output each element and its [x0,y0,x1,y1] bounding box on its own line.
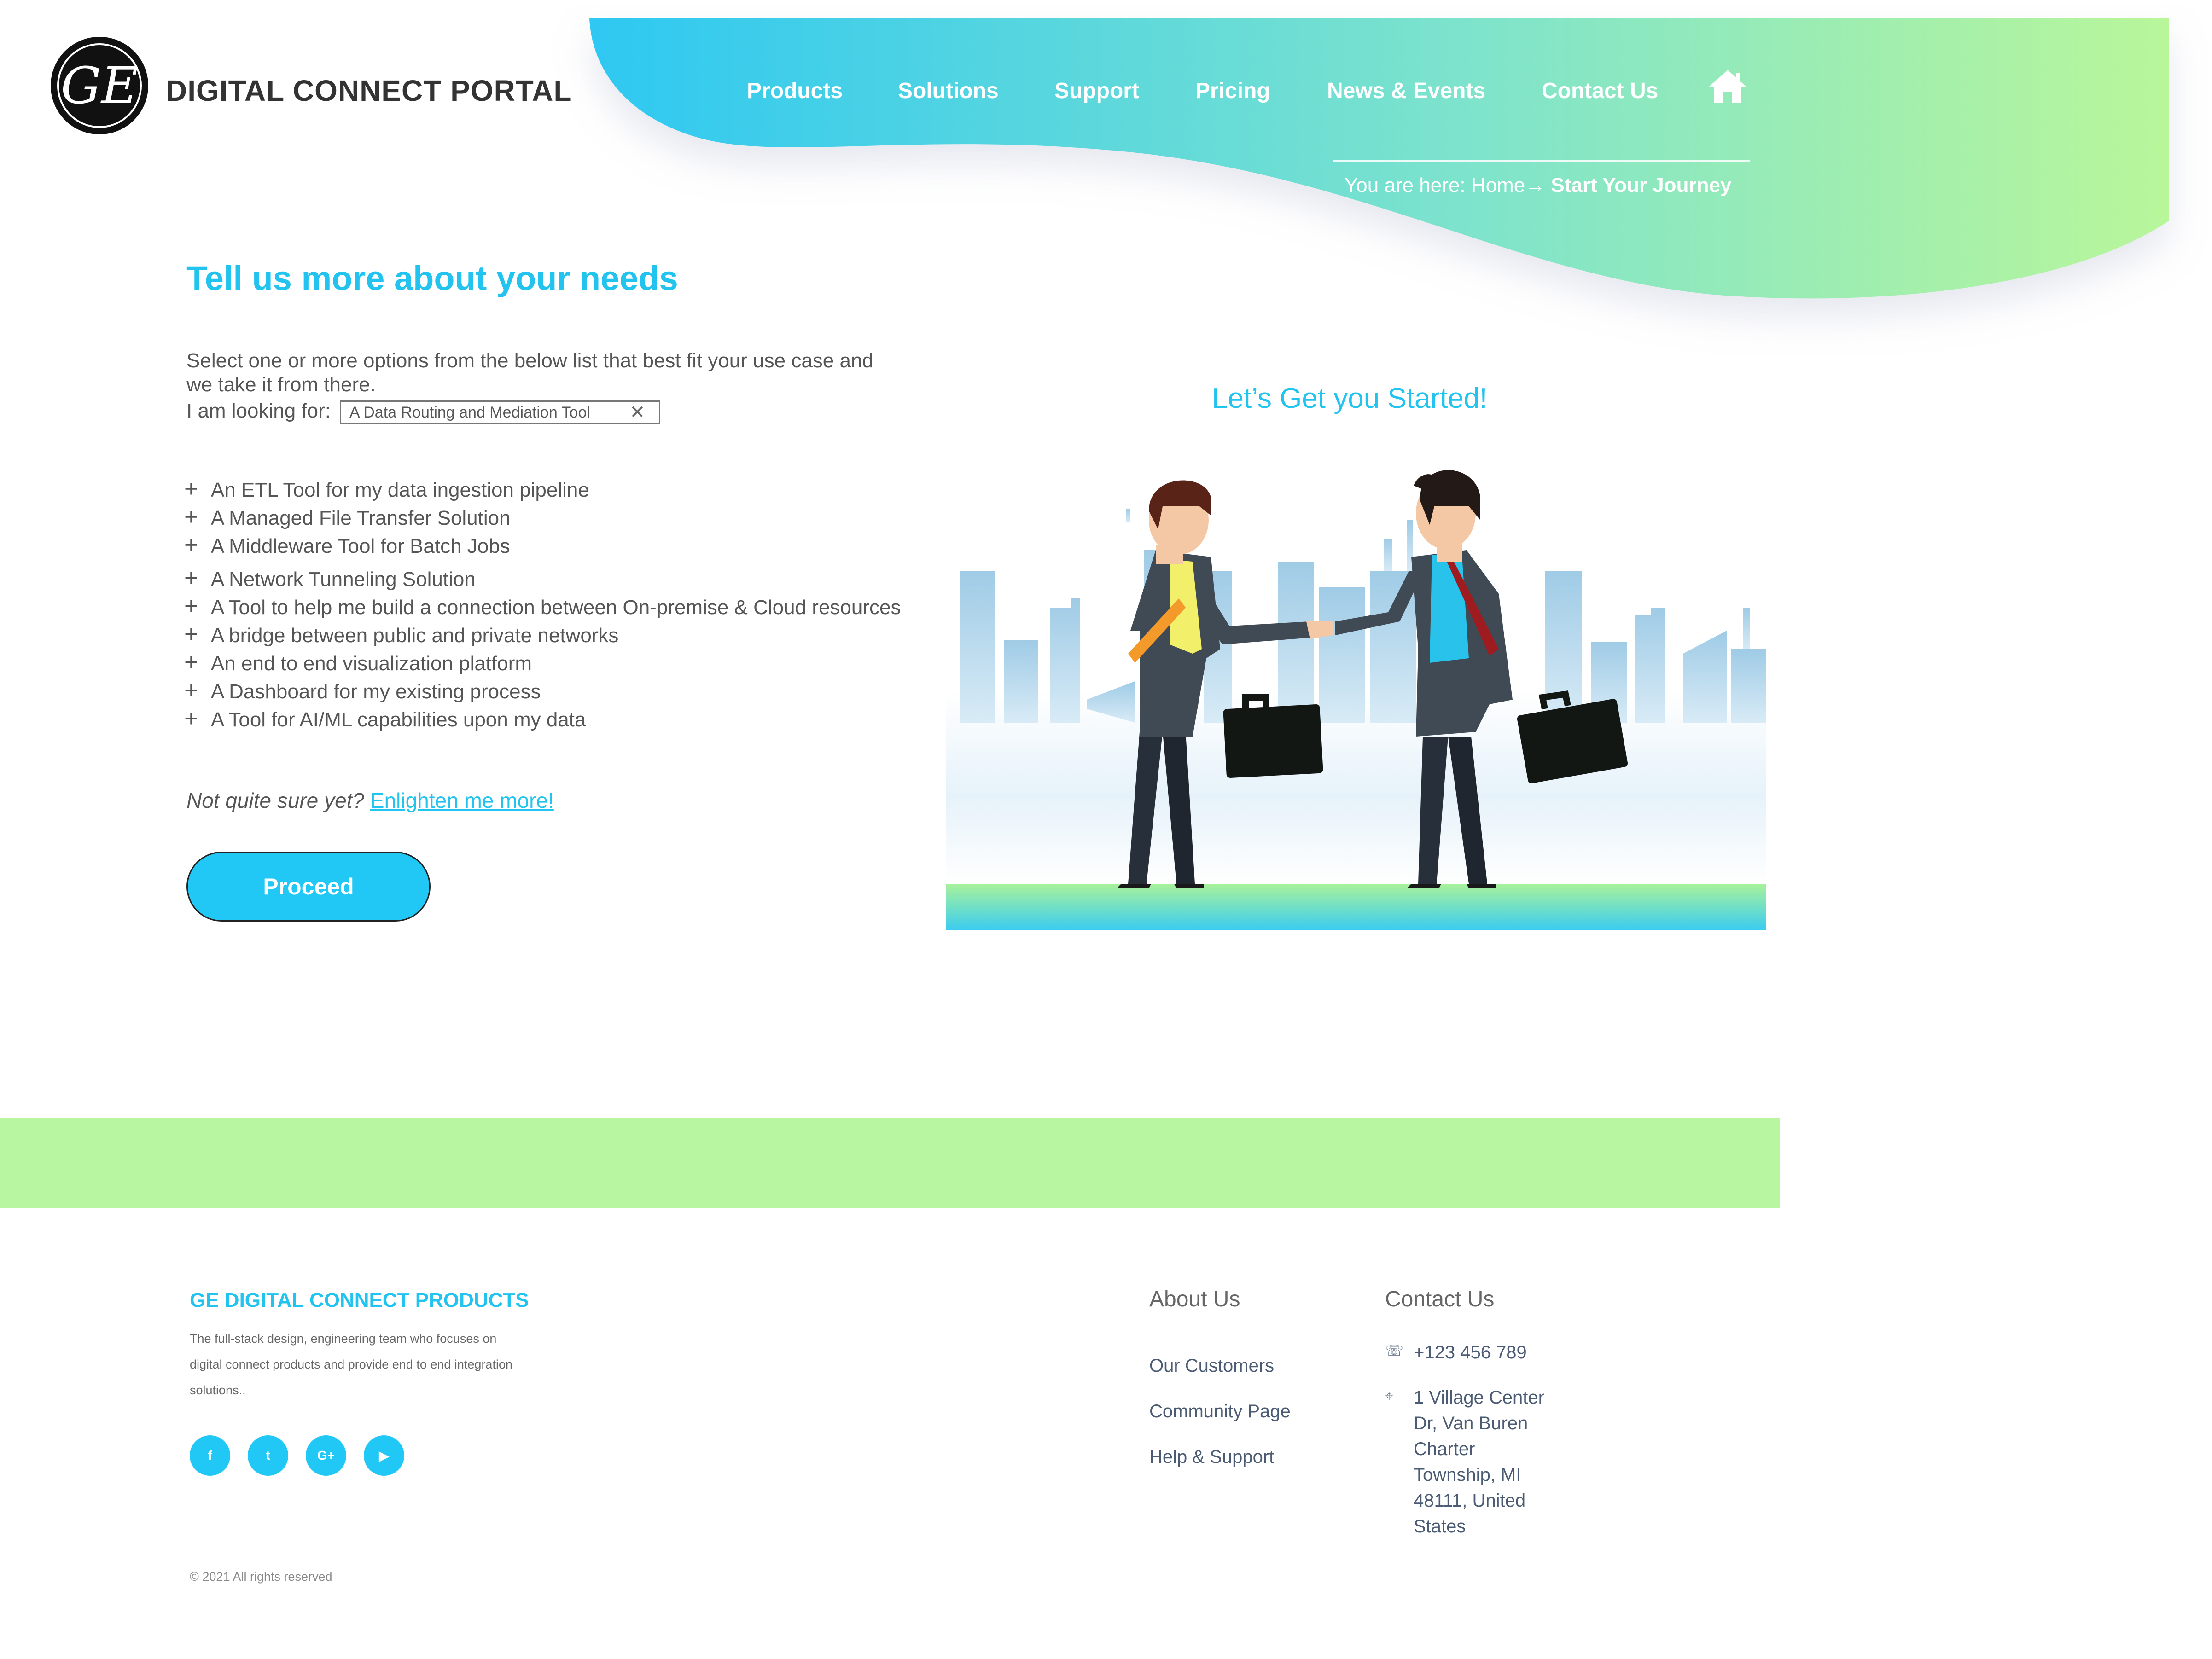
proceed-button[interactable]: Proceed [186,852,431,922]
address-line: States [1414,1516,1466,1537]
contact-heading: Contact Us [1385,1287,1495,1311]
selected-option-chip: A Data Routing and Mediation Tool ✕ [340,400,660,424]
option-label: An end to end visualization platform [211,652,532,675]
google-plus-icon[interactable]: G+ [306,1435,346,1476]
nav-news-events[interactable]: News & Events [1327,78,1485,104]
address-line: Charter [1414,1439,1475,1459]
option-label: A Middleware Tool for Batch Jobs [211,535,510,557]
copyright: © 2021 All rights reserved [190,1570,332,1584]
chip-label: A Data Routing and Mediation Tool [349,404,590,421]
footer-title: GE DIGITAL CONNECT PRODUCTS [190,1289,529,1311]
option-item[interactable]: + A bridge between public and private net… [184,621,618,648]
option-label: A bridge between public and private netw… [211,624,619,647]
footer-link-help-support[interactable]: Help & Support [1149,1447,1274,1468]
looking-for-label: I am looking for: [186,400,331,422]
page-heading: Tell us more about your needs [186,259,678,297]
phone-icon: ☏ [1385,1342,1404,1359]
unsure-prompt: Not quite sure yet? Enlighten me more! [186,788,554,813]
plus-icon: + [184,476,198,502]
facebook-icon[interactable]: f [190,1435,230,1476]
youtube-icon[interactable]: ▶ [364,1435,404,1476]
option-label: A Managed File Transfer Solution [211,507,511,529]
plus-icon: + [184,504,198,530]
enlighten-link[interactable]: Enlighten me more! [370,789,554,812]
nav-contact-us[interactable]: Contact Us [1542,78,1658,104]
contact-address: 1 Village Center Dr, Van Buren Charter T… [1414,1385,1544,1539]
twitter-icon[interactable]: t [248,1435,288,1476]
option-label: A Tool for AI/ML capabilities upon my da… [211,708,586,731]
plus-icon: + [184,532,198,558]
illustration-title: Let’s Get you Started! [1212,383,1488,414]
breadcrumb: You are here: Home→ Start Your Journey [1345,174,1731,197]
contact-phone[interactable]: +123 456 789 [1414,1340,1527,1365]
nav-solutions[interactable]: Solutions [898,78,999,104]
option-item[interactable]: + A Managed File Transfer Solution [184,503,511,531]
about-heading: About Us [1149,1287,1240,1311]
breadcrumb-prefix: You are here: [1345,174,1471,197]
option-item[interactable]: + A Tool for AI/ML capabilities upon my d… [184,705,586,732]
footer-link-community-page[interactable]: Community Page [1149,1401,1291,1422]
option-label: An ETL Tool for my data ingestion pipeli… [211,479,589,501]
footer-link-our-customers[interactable]: Our Customers [1149,1356,1274,1376]
breadcrumb-home[interactable]: Home [1471,174,1525,197]
option-label: A Tool to help me build a connection bet… [211,596,901,619]
footer-description: The full-stack design, engineering team … [190,1332,512,1397]
location-pin-icon: ⌖ [1385,1387,1394,1404]
option-item[interactable]: + A Tool to help me build a connection be… [184,592,901,620]
nav-pricing[interactable]: Pricing [1195,78,1270,104]
header-wave-background [589,18,2169,299]
nav-products[interactable]: Products [747,78,843,104]
plus-icon: + [184,705,198,732]
breadcrumb-arrow-icon: → [1525,174,1546,197]
plus-icon: + [184,593,198,620]
address-line: Township, MI [1414,1465,1521,1485]
plus-icon: + [184,565,198,592]
address-line: 1 Village Center [1414,1387,1544,1408]
plus-icon: + [184,649,198,676]
brand-name: DIGITAL CONNECT PORTAL [166,74,572,107]
breadcrumb-current: Start Your Journey [1551,174,1732,197]
option-item[interactable]: + A Dashboard for my existing process [184,677,541,704]
footer-green-band [0,1118,1780,1208]
option-item[interactable]: + A Network Tunneling Solution [184,564,476,592]
intro-text: Select one or more options from the belo… [186,349,873,396]
ge-monogram-icon: GE [57,43,142,128]
close-icon[interactable]: ✕ [629,402,645,423]
plus-icon: + [184,621,198,648]
breadcrumb-divider [1333,160,1750,162]
address-line: Dr, Van Buren [1414,1413,1528,1433]
option-label: A Network Tunneling Solution [211,568,476,591]
nav-support[interactable]: Support [1054,78,1139,104]
home-icon[interactable] [1707,68,1748,105]
option-item[interactable]: + An ETL Tool for my data ingestion pipel… [184,475,589,503]
option-item[interactable]: + A Middleware Tool for Batch Jobs [184,531,510,559]
unsure-text: Not quite sure yet? [186,789,370,812]
option-item[interactable]: + An end to end visualization platform [184,649,532,676]
address-line: 48111, United [1414,1491,1526,1511]
option-label: A Dashboard for my existing process [211,680,541,703]
handshake-illustration [946,470,1766,930]
ge-logo[interactable]: GE [51,37,148,134]
plus-icon: + [184,677,198,704]
